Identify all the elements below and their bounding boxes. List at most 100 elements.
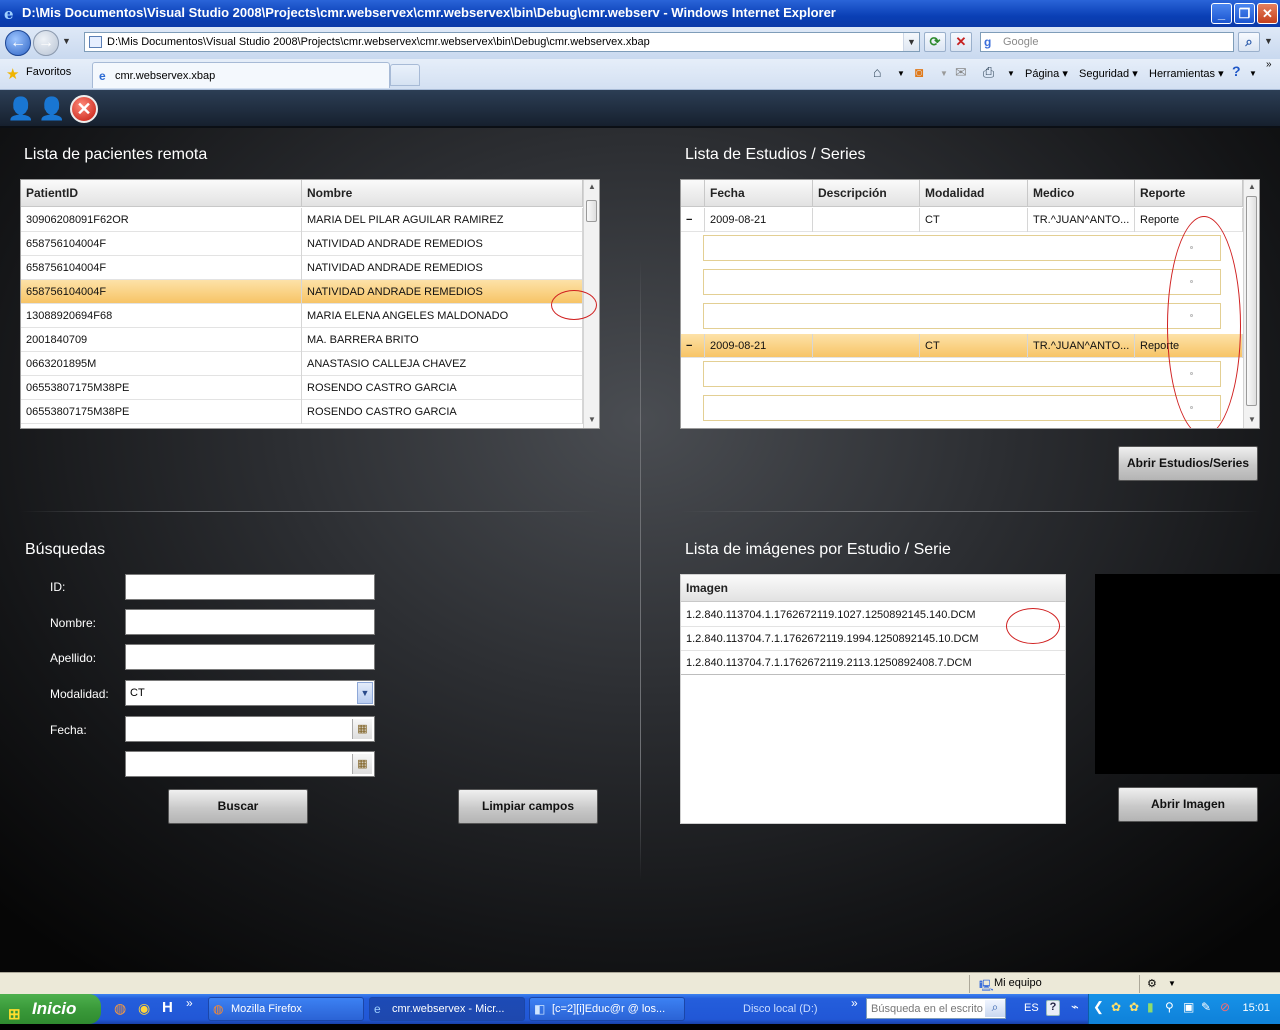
home-dropdown-icon[interactable]: ▼ bbox=[897, 69, 905, 78]
series-row[interactable] bbox=[703, 269, 1221, 295]
tray-app-icon[interactable]: ▮ bbox=[1147, 1000, 1154, 1014]
search-options-icon[interactable]: ▼ bbox=[1264, 36, 1273, 46]
restore-button[interactable]: ❐ bbox=[1234, 3, 1255, 24]
search-icon[interactable]: ⌕ bbox=[985, 1000, 1005, 1017]
taskbar-item-firefox[interactable]: ◍ Mozilla Firefox bbox=[208, 997, 364, 1021]
tray-app-icon[interactable]: ✿ bbox=[1111, 1000, 1121, 1014]
security-menu[interactable]: Seguridad ▾ bbox=[1079, 67, 1138, 80]
chrome-quicklaunch-icon[interactable]: ◉ bbox=[138, 1000, 150, 1017]
modality-select[interactable]: CT ▼ bbox=[125, 680, 375, 706]
browser-tab-active[interactable]: e cmr.webservex.xbap bbox=[92, 62, 390, 88]
user-icon[interactable]: 👤 bbox=[38, 94, 66, 124]
expander-collapse-icon[interactable]: − bbox=[686, 214, 692, 226]
network-tray-icon[interactable]: ⌁ bbox=[1071, 999, 1079, 1015]
more-toolbar-icon[interactable]: » bbox=[851, 996, 858, 1010]
drive-toolbar-label[interactable]: Disco local (D:) bbox=[743, 1003, 818, 1015]
new-tab-button[interactable] bbox=[390, 64, 420, 86]
series-row[interactable] bbox=[703, 361, 1221, 387]
minimize-button[interactable]: _ bbox=[1211, 3, 1232, 24]
patient-row[interactable]: 0663201895M ANASTASIO CALLEJA CHAVEZ bbox=[21, 352, 583, 376]
column-header-patientid[interactable]: PatientID bbox=[21, 180, 302, 207]
user-settings-icon[interactable]: 👤 bbox=[7, 94, 35, 124]
search-box[interactable]: g Google bbox=[980, 32, 1234, 52]
study-row-selected[interactable]: − 2009-08-21 CT TR.^JUAN^ANTO... Reporte bbox=[681, 334, 1243, 358]
open-image-button[interactable]: Abrir Imagen bbox=[1118, 787, 1258, 822]
exit-icon[interactable]: ✕ bbox=[70, 95, 98, 123]
help-icon[interactable]: ? bbox=[1232, 63, 1241, 79]
column-header-reporte[interactable]: Reporte bbox=[1135, 180, 1243, 207]
tray-app-icon[interactable]: ✿ bbox=[1129, 1000, 1139, 1014]
search-button[interactable]: Buscar bbox=[168, 789, 308, 824]
more-commands-icon[interactable]: » bbox=[1266, 59, 1272, 70]
id-field[interactable] bbox=[125, 574, 375, 600]
study-row[interactable]: − 2009-08-21 CT TR.^JUAN^ANTO... Reporte bbox=[681, 208, 1243, 232]
patient-row-selected[interactable]: 658756104004F NATIVIDAD ANDRADE REMEDIOS bbox=[21, 280, 583, 304]
image-row[interactable]: 1.2.840.113704.7.1.1762672119.2113.12508… bbox=[681, 651, 1065, 675]
patient-row[interactable]: 658756104004F NATIVIDAD ANDRADE REMEDIOS bbox=[21, 232, 583, 256]
lastname-field[interactable] bbox=[125, 644, 375, 670]
patient-row[interactable]: 30906208091F62OR MARIA DEL PILAR AGUILAR … bbox=[21, 208, 583, 232]
forward-button[interactable]: → bbox=[33, 30, 59, 56]
scroll-up-arrow-icon[interactable]: ▲ bbox=[1244, 180, 1259, 194]
column-header-imagen[interactable]: Imagen bbox=[681, 575, 1065, 602]
print-dropdown-icon[interactable]: ▼ bbox=[1007, 69, 1015, 78]
patient-row[interactable]: 2001840709 MA. BARRERA BRITO bbox=[21, 328, 583, 352]
mail-icon[interactable]: ✉ bbox=[955, 64, 967, 81]
tray-app-icon[interactable]: ✎ bbox=[1201, 1000, 1211, 1014]
scroll-down-arrow-icon[interactable]: ▼ bbox=[1244, 413, 1259, 427]
home-icon[interactable]: ⌂ bbox=[873, 64, 881, 80]
column-header-nombre[interactable]: Nombre bbox=[302, 180, 583, 207]
scroll-thumb[interactable] bbox=[1246, 196, 1257, 406]
chevron-down-icon[interactable]: ▼ bbox=[357, 682, 373, 704]
date-from-field[interactable]: ▦ bbox=[125, 716, 375, 742]
tray-app-icon[interactable]: ⚲ bbox=[1165, 1000, 1174, 1014]
tray-expand-icon[interactable]: ❮ bbox=[1093, 999, 1104, 1015]
patient-row[interactable]: 658756104004F NATIVIDAD ANDRADE REMEDIOS bbox=[21, 256, 583, 280]
tray-app-icon[interactable]: ⊘ bbox=[1220, 1000, 1230, 1014]
scroll-thumb[interactable] bbox=[586, 200, 597, 222]
tools-menu[interactable]: Herramientas ▾ bbox=[1149, 67, 1224, 80]
protected-mode-icon[interactable]: ⚙ bbox=[1147, 977, 1157, 990]
app-quicklaunch-icon[interactable]: H bbox=[162, 999, 173, 1016]
history-dropdown-icon[interactable]: ▼ bbox=[62, 36, 71, 46]
search-button[interactable]: ⌕ bbox=[1238, 32, 1260, 52]
close-window-button[interactable]: ✕ bbox=[1257, 3, 1278, 24]
print-icon[interactable]: ⎙ bbox=[983, 64, 994, 81]
date-to-field[interactable]: ▦ bbox=[125, 751, 375, 777]
stop-button[interactable]: ✕ bbox=[950, 32, 972, 52]
expander-collapse-icon[interactable]: − bbox=[686, 340, 692, 352]
desktop-search-box[interactable]: Búsqueda en el escrito ⌕ bbox=[866, 998, 1006, 1019]
back-button[interactable]: ← bbox=[5, 30, 31, 56]
start-button[interactable]: ⊞ Inicio bbox=[0, 994, 101, 1024]
studies-scrollbar[interactable]: ▲ ▼ bbox=[1243, 180, 1259, 428]
help-tray-icon[interactable]: ? bbox=[1046, 1000, 1060, 1016]
scroll-up-arrow-icon[interactable]: ▲ bbox=[584, 180, 599, 194]
favorites-button[interactable]: Favoritos bbox=[26, 66, 71, 78]
series-row[interactable] bbox=[703, 395, 1221, 421]
patient-row[interactable]: 06553807175M38PE ROSENDO CASTRO GARCIA bbox=[21, 376, 583, 400]
rss-icon[interactable]: ◙ bbox=[915, 64, 923, 80]
name-field[interactable] bbox=[125, 609, 375, 635]
address-bar[interactable]: D:\Mis Documentos\Visual Studio 2008\Pro… bbox=[84, 32, 920, 52]
column-header-fecha[interactable]: Fecha bbox=[705, 180, 813, 207]
help-dropdown-icon[interactable]: ▼ bbox=[1249, 69, 1257, 78]
scroll-down-arrow-icon[interactable]: ▼ bbox=[584, 413, 599, 427]
language-indicator[interactable]: ES bbox=[1024, 1002, 1039, 1014]
column-header-modalidad[interactable]: Modalidad bbox=[920, 180, 1028, 207]
series-row[interactable] bbox=[703, 303, 1221, 329]
patient-row[interactable]: 13088920694F68 MARIA ELENA ANGELES MALDON… bbox=[21, 304, 583, 328]
calendar-icon[interactable]: ▦ bbox=[352, 719, 372, 739]
page-menu[interactable]: Página ▾ bbox=[1025, 67, 1068, 80]
patient-row[interactable]: 06553807175M38PE ROSENDO CASTRO GARCIA bbox=[21, 400, 583, 424]
series-row[interactable] bbox=[703, 235, 1221, 261]
clear-fields-button[interactable]: Limpiar campos bbox=[458, 789, 598, 824]
open-studies-button[interactable]: Abrir Estudios/Series bbox=[1118, 446, 1258, 481]
refresh-button[interactable]: ⟳ bbox=[924, 32, 946, 52]
zoom-dropdown-icon[interactable]: ▼ bbox=[1168, 979, 1176, 988]
firefox-quicklaunch-icon[interactable]: ◍ bbox=[114, 1000, 126, 1017]
taskbar-item-ie[interactable]: e cmr.webservex - Micr... bbox=[369, 997, 525, 1021]
address-dropdown-icon[interactable]: ▼ bbox=[903, 33, 919, 51]
column-header-medico[interactable]: Medico bbox=[1028, 180, 1135, 207]
tray-app-icon[interactable]: ▣ bbox=[1183, 1000, 1194, 1014]
more-quicklaunch-icon[interactable]: » bbox=[186, 996, 193, 1010]
